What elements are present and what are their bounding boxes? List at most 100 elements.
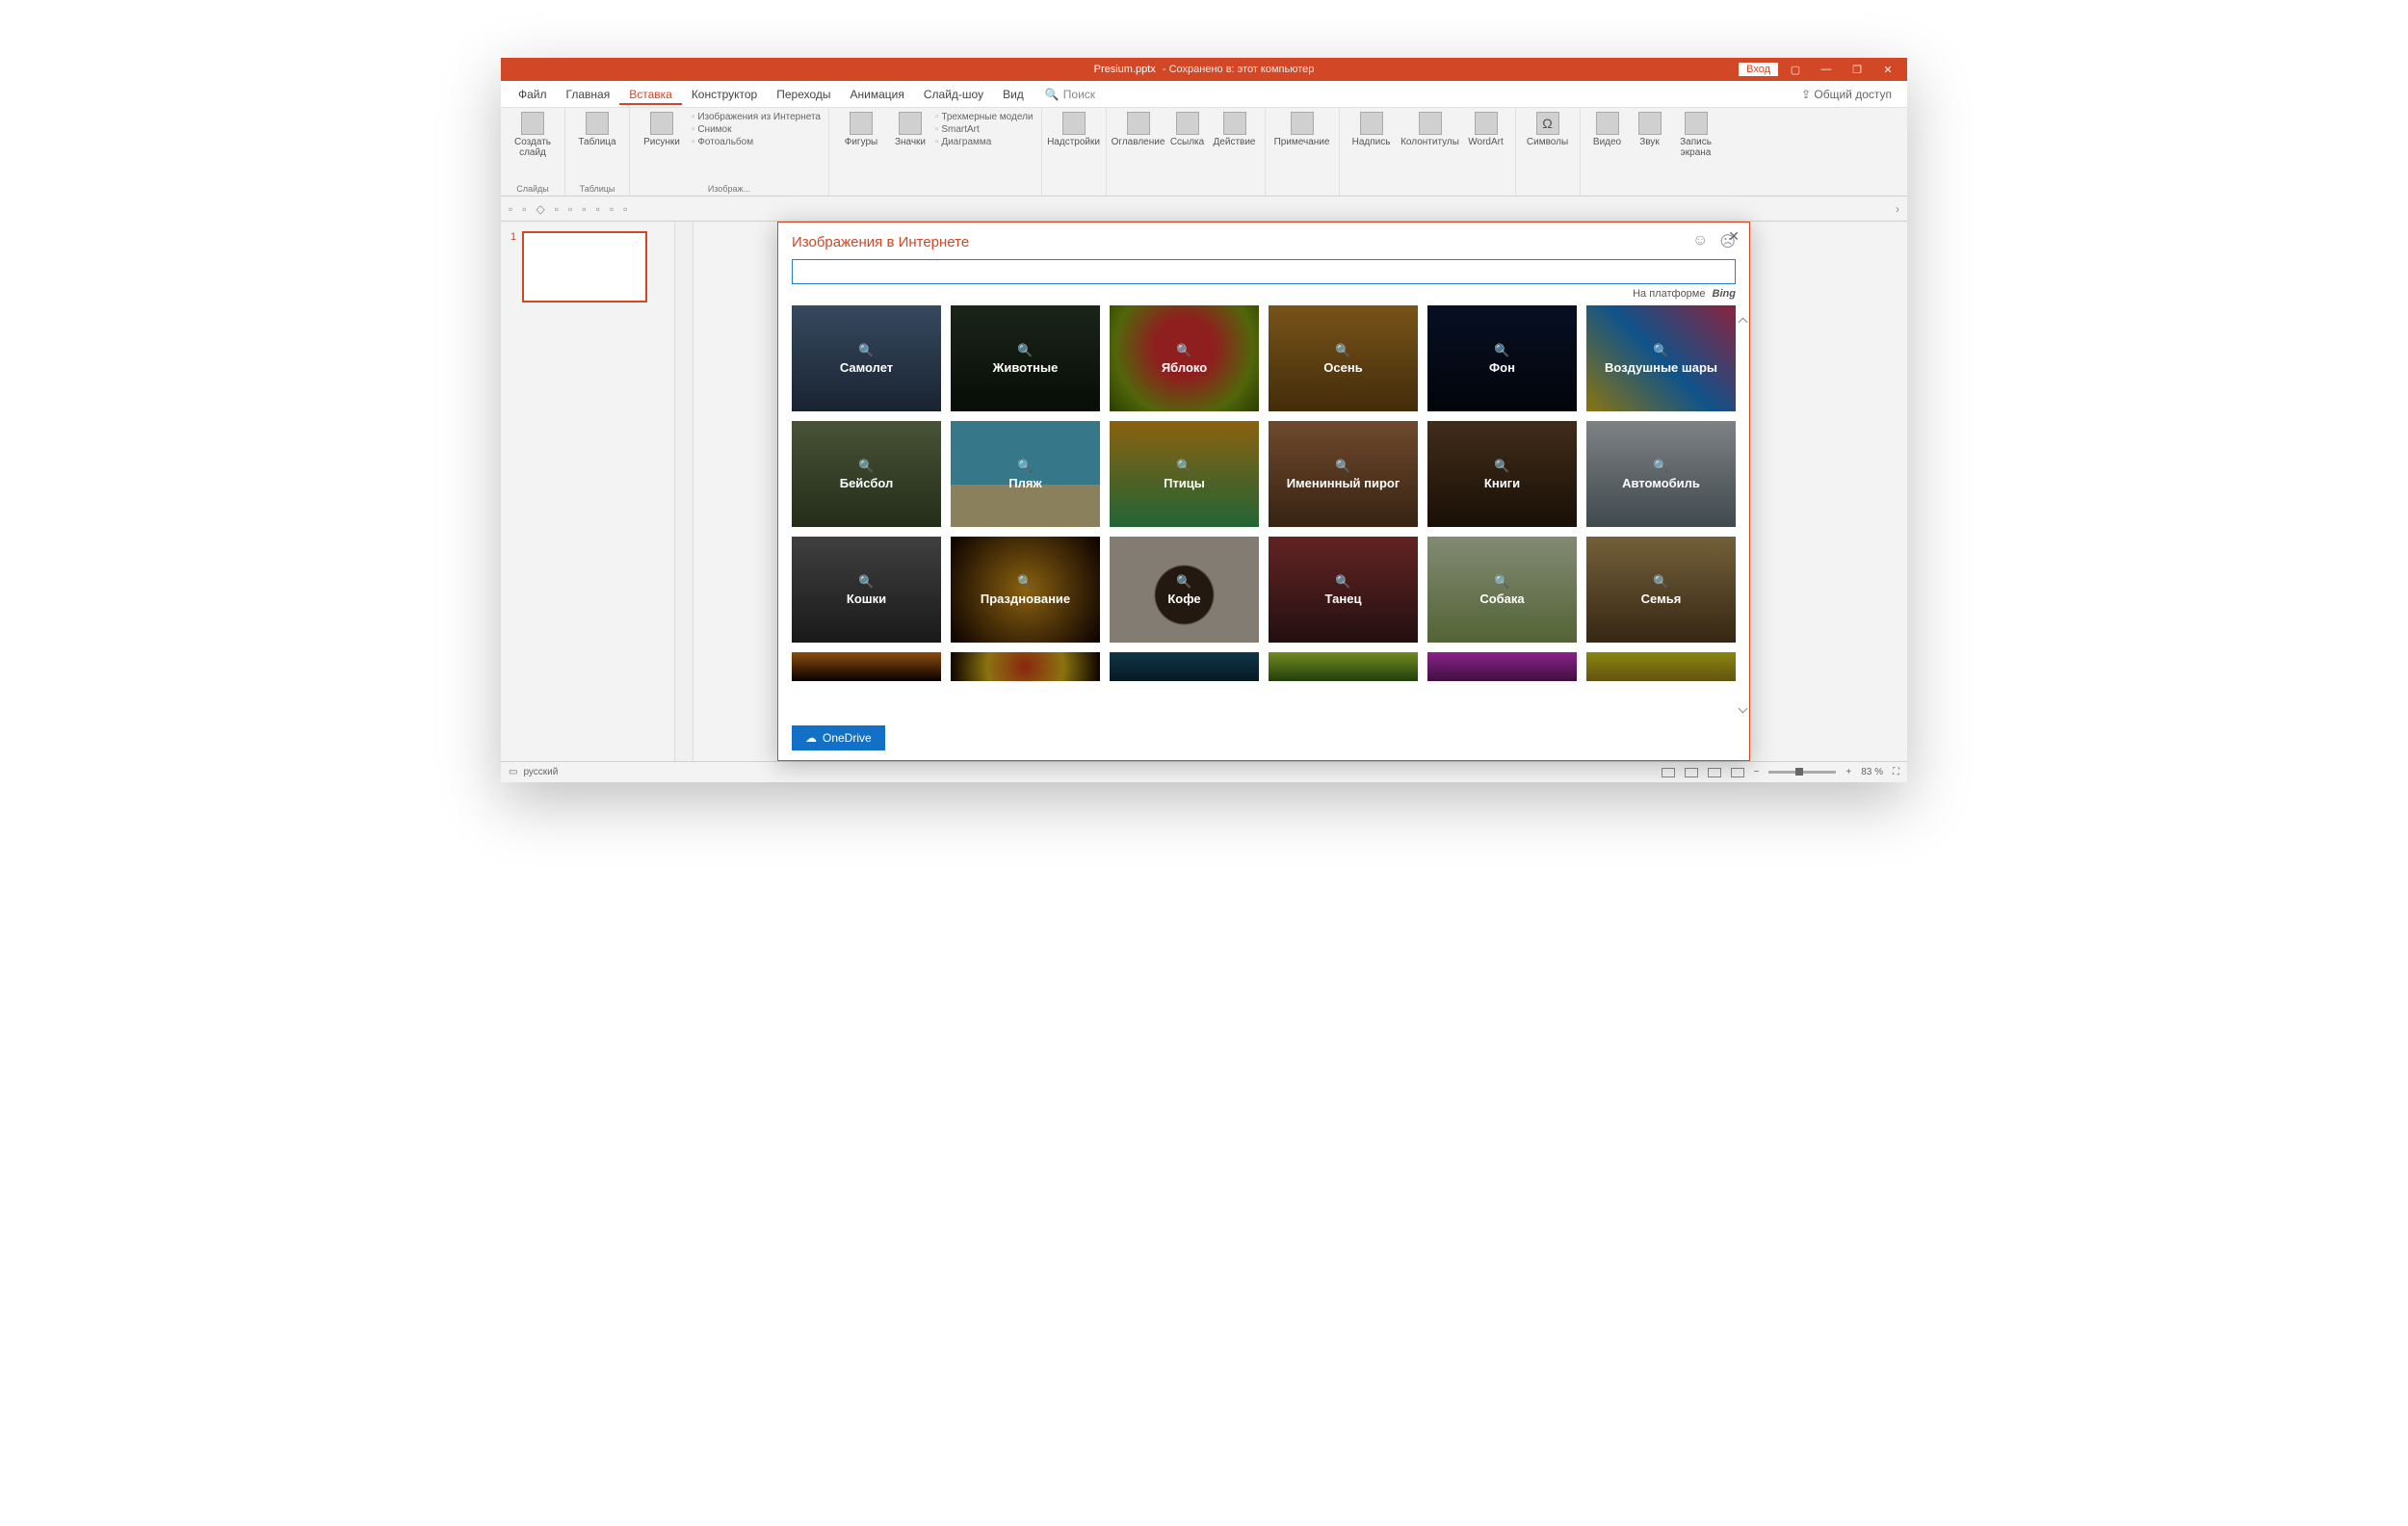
category-tile[interactable]: 🔍Танец <box>1269 537 1418 643</box>
close-button[interactable]: ✕ <box>1874 64 1901 76</box>
icons-button[interactable]: Значки <box>891 112 929 147</box>
screenshot-button[interactable]: Снимок <box>692 124 821 135</box>
category-thumbnail <box>951 652 1100 681</box>
wordart-button[interactable]: WordArt <box>1465 112 1507 147</box>
category-tile[interactable]: 🔍Семья <box>1586 537 1736 643</box>
category-tile[interactable] <box>1427 652 1577 681</box>
tell-me-search[interactable]: 🔍 Поиск <box>1045 88 1095 101</box>
chart-button[interactable]: Диаграмма <box>935 137 1034 147</box>
category-tile[interactable]: 🔍 Птицы <box>1110 421 1259 527</box>
category-tile[interactable]: 🔍Книги <box>1427 421 1577 527</box>
pictures-button[interactable]: Рисунки <box>638 112 686 147</box>
arrange-tool[interactable]: ▫ <box>610 202 614 216</box>
textbox-button[interactable]: Надпись <box>1348 112 1396 147</box>
tab-insert[interactable]: Вставка <box>619 84 682 105</box>
tab-home[interactable]: Главная <box>557 84 620 105</box>
magnifier-icon: 🔍 <box>1013 343 1036 358</box>
category-tile[interactable]: 🔍Бейсбол <box>792 421 941 527</box>
online-pictures-button[interactable]: Изображения из Интернета <box>692 112 821 122</box>
category-tile[interactable]: 🔍Празднование <box>951 537 1100 643</box>
onedrive-button[interactable]: ☁ OneDrive <box>792 725 885 750</box>
arrange-tool[interactable]: ▫ <box>568 202 572 216</box>
ribbon-display-options-icon[interactable]: ▢ <box>1782 64 1809 76</box>
category-tile[interactable]: 🔍Именинный пирог <box>1269 421 1418 527</box>
category-tile[interactable]: 🔍Кофе <box>1110 537 1259 643</box>
arrange-tool[interactable]: ▫ <box>623 202 627 216</box>
category-label: Животные <box>989 360 1062 375</box>
addins-button[interactable]: Надстройки <box>1050 112 1098 147</box>
share-button[interactable]: ⇪ Общий доступ <box>1793 86 1899 103</box>
zoom-in-button[interactable]: + <box>1845 767 1851 777</box>
symbols-button[interactable]: ΩСимволы <box>1524 112 1572 147</box>
arrange-tool[interactable]: ▫ <box>582 202 586 216</box>
minimize-button[interactable]: — <box>1813 64 1840 75</box>
zoom-toc-button[interactable]: Оглавление <box>1114 112 1163 147</box>
category-tile[interactable] <box>1586 652 1736 681</box>
slide-thumbnail-1[interactable] <box>522 231 647 303</box>
reading-view-button[interactable] <box>1708 768 1721 777</box>
category-thumbnail <box>1269 652 1418 681</box>
category-tile[interactable] <box>792 652 941 681</box>
category-label: Пляж <box>1005 476 1045 490</box>
fit-to-window-button[interactable]: ⛶ <box>1893 767 1899 777</box>
category-label: Празднование <box>977 592 1074 606</box>
slideshow-view-button[interactable] <box>1731 768 1744 777</box>
photo-album-button[interactable]: Фотоальбом <box>692 137 821 147</box>
image-search-input[interactable] <box>792 259 1736 284</box>
screen-recording-button[interactable]: Запись экрана <box>1673 112 1719 158</box>
tab-view[interactable]: Вид <box>993 84 1034 105</box>
3d-models-button[interactable]: Трехмерные модели <box>935 112 1034 122</box>
language-indicator[interactable]: русский <box>523 767 558 777</box>
video-button[interactable]: Видео <box>1588 112 1627 147</box>
arrange-tool[interactable]: ▫ <box>555 202 559 216</box>
tab-transitions[interactable]: Переходы <box>767 84 840 105</box>
category-tile[interactable]: 🔍Самолет <box>792 305 941 411</box>
category-tile[interactable] <box>1269 652 1418 681</box>
notes-icon[interactable]: ▭ <box>509 767 517 777</box>
header-footer-button[interactable]: Колонтитулы <box>1401 112 1459 147</box>
action-button[interactable]: Действие <box>1213 112 1257 147</box>
collapse-ribbon-icon[interactable]: › <box>1896 202 1899 216</box>
category-tile[interactable]: 🔍Автомобиль <box>1586 421 1736 527</box>
zoom-slider[interactable] <box>1768 771 1836 774</box>
maximize-button[interactable]: ❐ <box>1844 64 1871 76</box>
tab-design[interactable]: Конструктор <box>682 84 767 105</box>
new-slide-button[interactable]: Создать слайд <box>509 112 557 158</box>
table-button[interactable]: Таблица <box>573 112 621 147</box>
slide-thumbnails-panel: 1 <box>501 222 674 761</box>
smile-feedback-icon[interactable]: ☺ <box>1692 232 1708 251</box>
sorter-view-button[interactable] <box>1685 768 1698 777</box>
category-tile[interactable]: 🔍 Животные <box>951 305 1100 411</box>
new-slide-icon <box>521 112 544 135</box>
category-tile[interactable]: 🔍Пляж <box>951 421 1100 527</box>
smartart-button[interactable]: SmartArt <box>935 124 1034 135</box>
category-tile[interactable] <box>1110 652 1259 681</box>
category-tile[interactable]: 🔍Кошки <box>792 537 941 643</box>
arrange-tool[interactable]: ▫ <box>522 202 526 216</box>
scrollbar[interactable] <box>1738 319 1747 712</box>
category-tile[interactable]: 🔍Яблоко <box>1110 305 1259 411</box>
category-tile[interactable]: 🔍Фон <box>1427 305 1577 411</box>
tab-animations[interactable]: Анимация <box>841 84 914 105</box>
zoom-level[interactable]: 83 % <box>1861 767 1883 777</box>
arrange-tool[interactable]: ▫ <box>596 202 600 216</box>
audio-button[interactable]: Звук <box>1633 112 1667 147</box>
category-label: Птицы <box>1160 476 1209 490</box>
category-tile[interactable]: 🔍Осень <box>1269 305 1418 411</box>
signin-button[interactable]: Вход <box>1739 63 1778 76</box>
link-button[interactable]: Ссылка <box>1168 112 1207 147</box>
dialog-close-button[interactable]: ✕ <box>1728 228 1740 245</box>
zoom-out-button[interactable]: − <box>1754 767 1760 777</box>
category-tile[interactable]: 🔍Собака <box>1427 537 1577 643</box>
category-thumbnail <box>1427 652 1577 681</box>
category-tile[interactable]: 🔍Воздушные шары <box>1586 305 1736 411</box>
tab-slideshow[interactable]: Слайд-шоу <box>914 84 993 105</box>
arrange-tool[interactable]: ▫ <box>509 202 512 216</box>
category-tile[interactable] <box>951 652 1100 681</box>
magnifier-icon: 🔍 <box>1172 459 1195 474</box>
normal-view-button[interactable] <box>1662 768 1675 777</box>
comment-button[interactable]: Примечание <box>1273 112 1331 147</box>
shapes-button[interactable]: Фигуры <box>837 112 885 147</box>
arrange-tool[interactable]: ◇ <box>537 202 545 216</box>
tab-file[interactable]: Файл <box>509 84 557 105</box>
